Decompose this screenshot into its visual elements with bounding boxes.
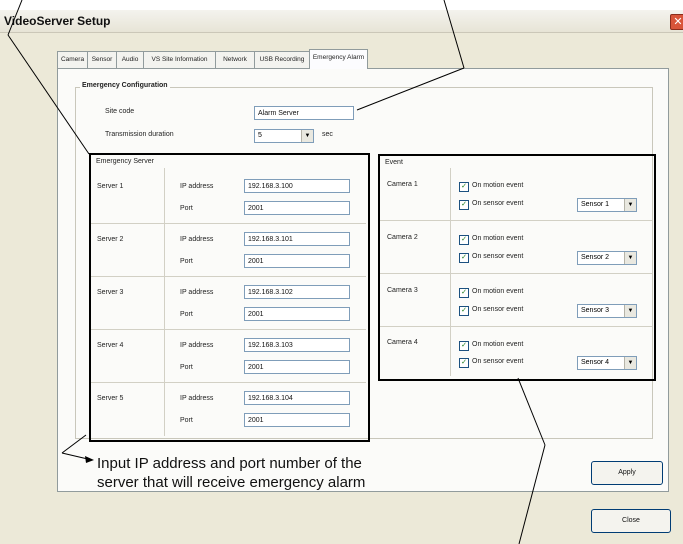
callout-line bbox=[7, 0, 23, 36]
tab-emergency-alarm[interactable]: Emergency Alarm bbox=[309, 49, 368, 69]
annotation-line-1: Input IP address and port number of the bbox=[97, 455, 362, 472]
annotation-line-2: server that will receive emergency alarm bbox=[97, 474, 366, 491]
callout-line bbox=[356, 67, 465, 111]
annotation-text: Input IP address and port number of the … bbox=[97, 454, 365, 492]
callout-line bbox=[443, 0, 465, 69]
arrow-head-icon bbox=[85, 456, 94, 463]
callout-line bbox=[61, 434, 87, 454]
callout-line bbox=[7, 34, 90, 155]
callout-line bbox=[518, 444, 546, 544]
callout-line bbox=[517, 377, 546, 446]
